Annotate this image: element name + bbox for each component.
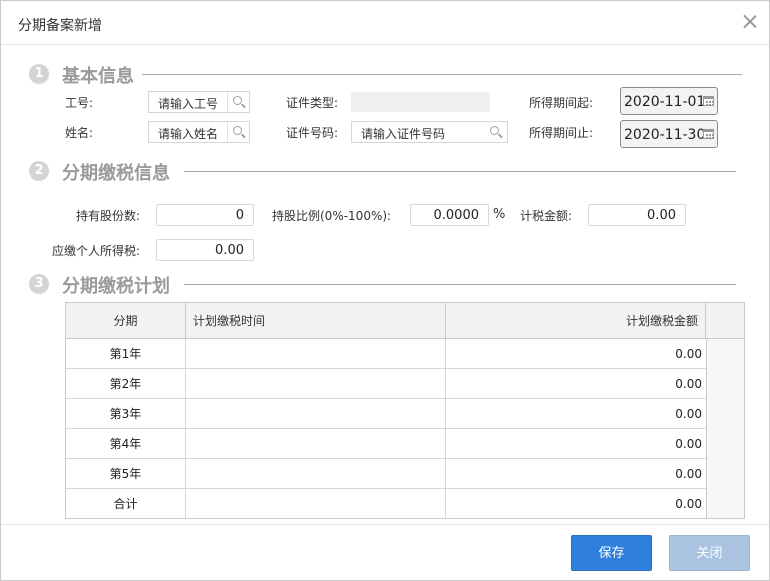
name-input[interactable]: 请输入姓名 (148, 121, 250, 143)
emp-id-placeholder: 请输入工号 (158, 97, 219, 111)
table-header: 分期 计划缴税时间 计划缴税金额 (66, 303, 744, 339)
footer-divider (1, 524, 769, 525)
name-search-button[interactable] (227, 122, 249, 142)
id-type-field[interactable] (351, 92, 490, 112)
emp-id-input[interactable]: 请输入工号 (148, 91, 250, 113)
section-title-installment-tax-info: 分期缴税信息 (62, 163, 170, 184)
period-end-label: 所得期间止: (529, 126, 594, 140)
section-title-installment-plan: 分期缴税计划 (62, 276, 170, 297)
plan-amount-cell[interactable]: 0.00 (446, 399, 706, 429)
period-cell: 第5年 (66, 459, 186, 489)
column-header-period[interactable]: 分期 (66, 303, 186, 339)
table-row[interactable]: 第3年 0.00 (66, 399, 706, 429)
section-divider (142, 74, 742, 75)
search-icon (490, 126, 499, 135)
table-body: 第1年 0.00 第2年 0.00 第3年 0.00 第4年 0.00 第5年 (66, 339, 706, 518)
installment-filing-dialog: 分期备案新增 1 基本信息 工号: 请输入工号 证件类型: 所得期间起: 202… (0, 0, 770, 581)
plan-amount-cell: 0.00 (675, 497, 702, 511)
save-button[interactable]: 保存 (571, 535, 652, 571)
taxable-amount-value: 0.00 (647, 208, 676, 223)
period-end-date[interactable]: 2020-11-30 (620, 120, 718, 148)
step-number-1: 1 (29, 64, 49, 84)
period-cell: 第3年 (66, 399, 186, 429)
table-scrollbar-gutter[interactable] (706, 339, 744, 518)
plan-amount-cell[interactable]: 0.00 (446, 339, 706, 369)
shares-label: 持有股份数: (76, 209, 141, 223)
table-row[interactable]: 第1年 0.00 (66, 339, 706, 369)
ratio-label: 持股比例(0%-100%): (272, 209, 392, 223)
plan-time-cell (186, 489, 446, 518)
plan-time-cell[interactable] (186, 399, 446, 429)
table-row[interactable]: 第4年 0.00 (66, 429, 706, 459)
table-row-total[interactable]: 合计 0.00 (66, 489, 706, 518)
ratio-value: 0.0000 (433, 208, 480, 223)
table-row[interactable]: 第5年 0.00 (66, 459, 706, 489)
shares-value: 0 (235, 208, 244, 223)
name-placeholder: 请输入姓名 (158, 127, 219, 141)
table-row[interactable]: 第2年 0.00 (66, 369, 706, 399)
ratio-unit: % (493, 207, 506, 222)
shares-input[interactable]: 0 (156, 204, 254, 226)
tax-due-value: 0.00 (215, 243, 244, 258)
search-icon (233, 126, 242, 135)
installment-plan-table: 分期 计划缴税时间 计划缴税金额 第1年 0.00 第2年 0.00 第3年 0… (65, 302, 745, 519)
step-number-3: 3 (29, 274, 49, 294)
emp-id-search-button[interactable] (227, 92, 249, 112)
tax-due-label: 应缴个人所得税: (52, 244, 141, 258)
plan-time-cell[interactable] (186, 369, 446, 399)
id-no-placeholder: 请输入证件号码 (361, 127, 446, 141)
period-start-value: 2020-11-01 (624, 94, 706, 110)
plan-amount-cell[interactable]: 0.00 (446, 429, 706, 459)
period-start-label: 所得期间起: (529, 96, 594, 110)
section-installment-tax-info: 2 分期缴税信息 (29, 157, 744, 184)
name-label: 姓名: (65, 126, 94, 140)
period-cell: 第1年 (66, 339, 186, 369)
column-header-plan-amount[interactable]: 计划缴税金额 (446, 303, 706, 339)
calendar-icon[interactable] (703, 129, 714, 139)
dialog-titlebar: 分期备案新增 (1, 1, 769, 45)
taxable-amount-label: 计税金额: (520, 209, 573, 223)
plan-time-cell[interactable] (186, 459, 446, 489)
taxable-amount-input[interactable]: 0.00 (588, 204, 686, 226)
id-no-search-button[interactable] (485, 122, 507, 142)
ratio-input[interactable]: 0.0000 (410, 204, 489, 226)
column-header-plan-time[interactable]: 计划缴税时间 (186, 303, 446, 339)
search-icon (233, 96, 242, 105)
section-basic-info: 1 基本信息 (29, 60, 744, 87)
plan-time-cell[interactable] (186, 339, 446, 369)
period-cell: 合计 (66, 489, 186, 518)
emp-id-label: 工号: (65, 96, 94, 110)
calendar-icon[interactable] (703, 96, 714, 106)
close-icon[interactable] (739, 11, 761, 33)
id-type-label: 证件类型: (286, 96, 339, 110)
period-start-date[interactable]: 2020-11-01 (620, 87, 718, 115)
plan-amount-cell[interactable]: 0.00 (446, 369, 706, 399)
id-no-input[interactable]: 请输入证件号码 (351, 121, 508, 143)
section-divider (184, 284, 736, 285)
step-number-2: 2 (29, 161, 49, 181)
tax-due-input[interactable]: 0.00 (156, 239, 254, 261)
plan-amount-cell[interactable]: 0.00 (446, 459, 706, 489)
dialog-title: 分期备案新增 (18, 18, 102, 34)
period-cell: 第4年 (66, 429, 186, 459)
period-cell: 第2年 (66, 369, 186, 399)
period-end-value: 2020-11-30 (624, 127, 706, 143)
plan-time-cell[interactable] (186, 429, 446, 459)
close-button[interactable]: 关闭 (669, 535, 750, 571)
section-title-basic-info: 基本信息 (62, 66, 134, 87)
id-no-label: 证件号码: (286, 126, 339, 140)
section-divider (184, 171, 736, 172)
section-installment-plan: 3 分期缴税计划 (29, 270, 744, 297)
